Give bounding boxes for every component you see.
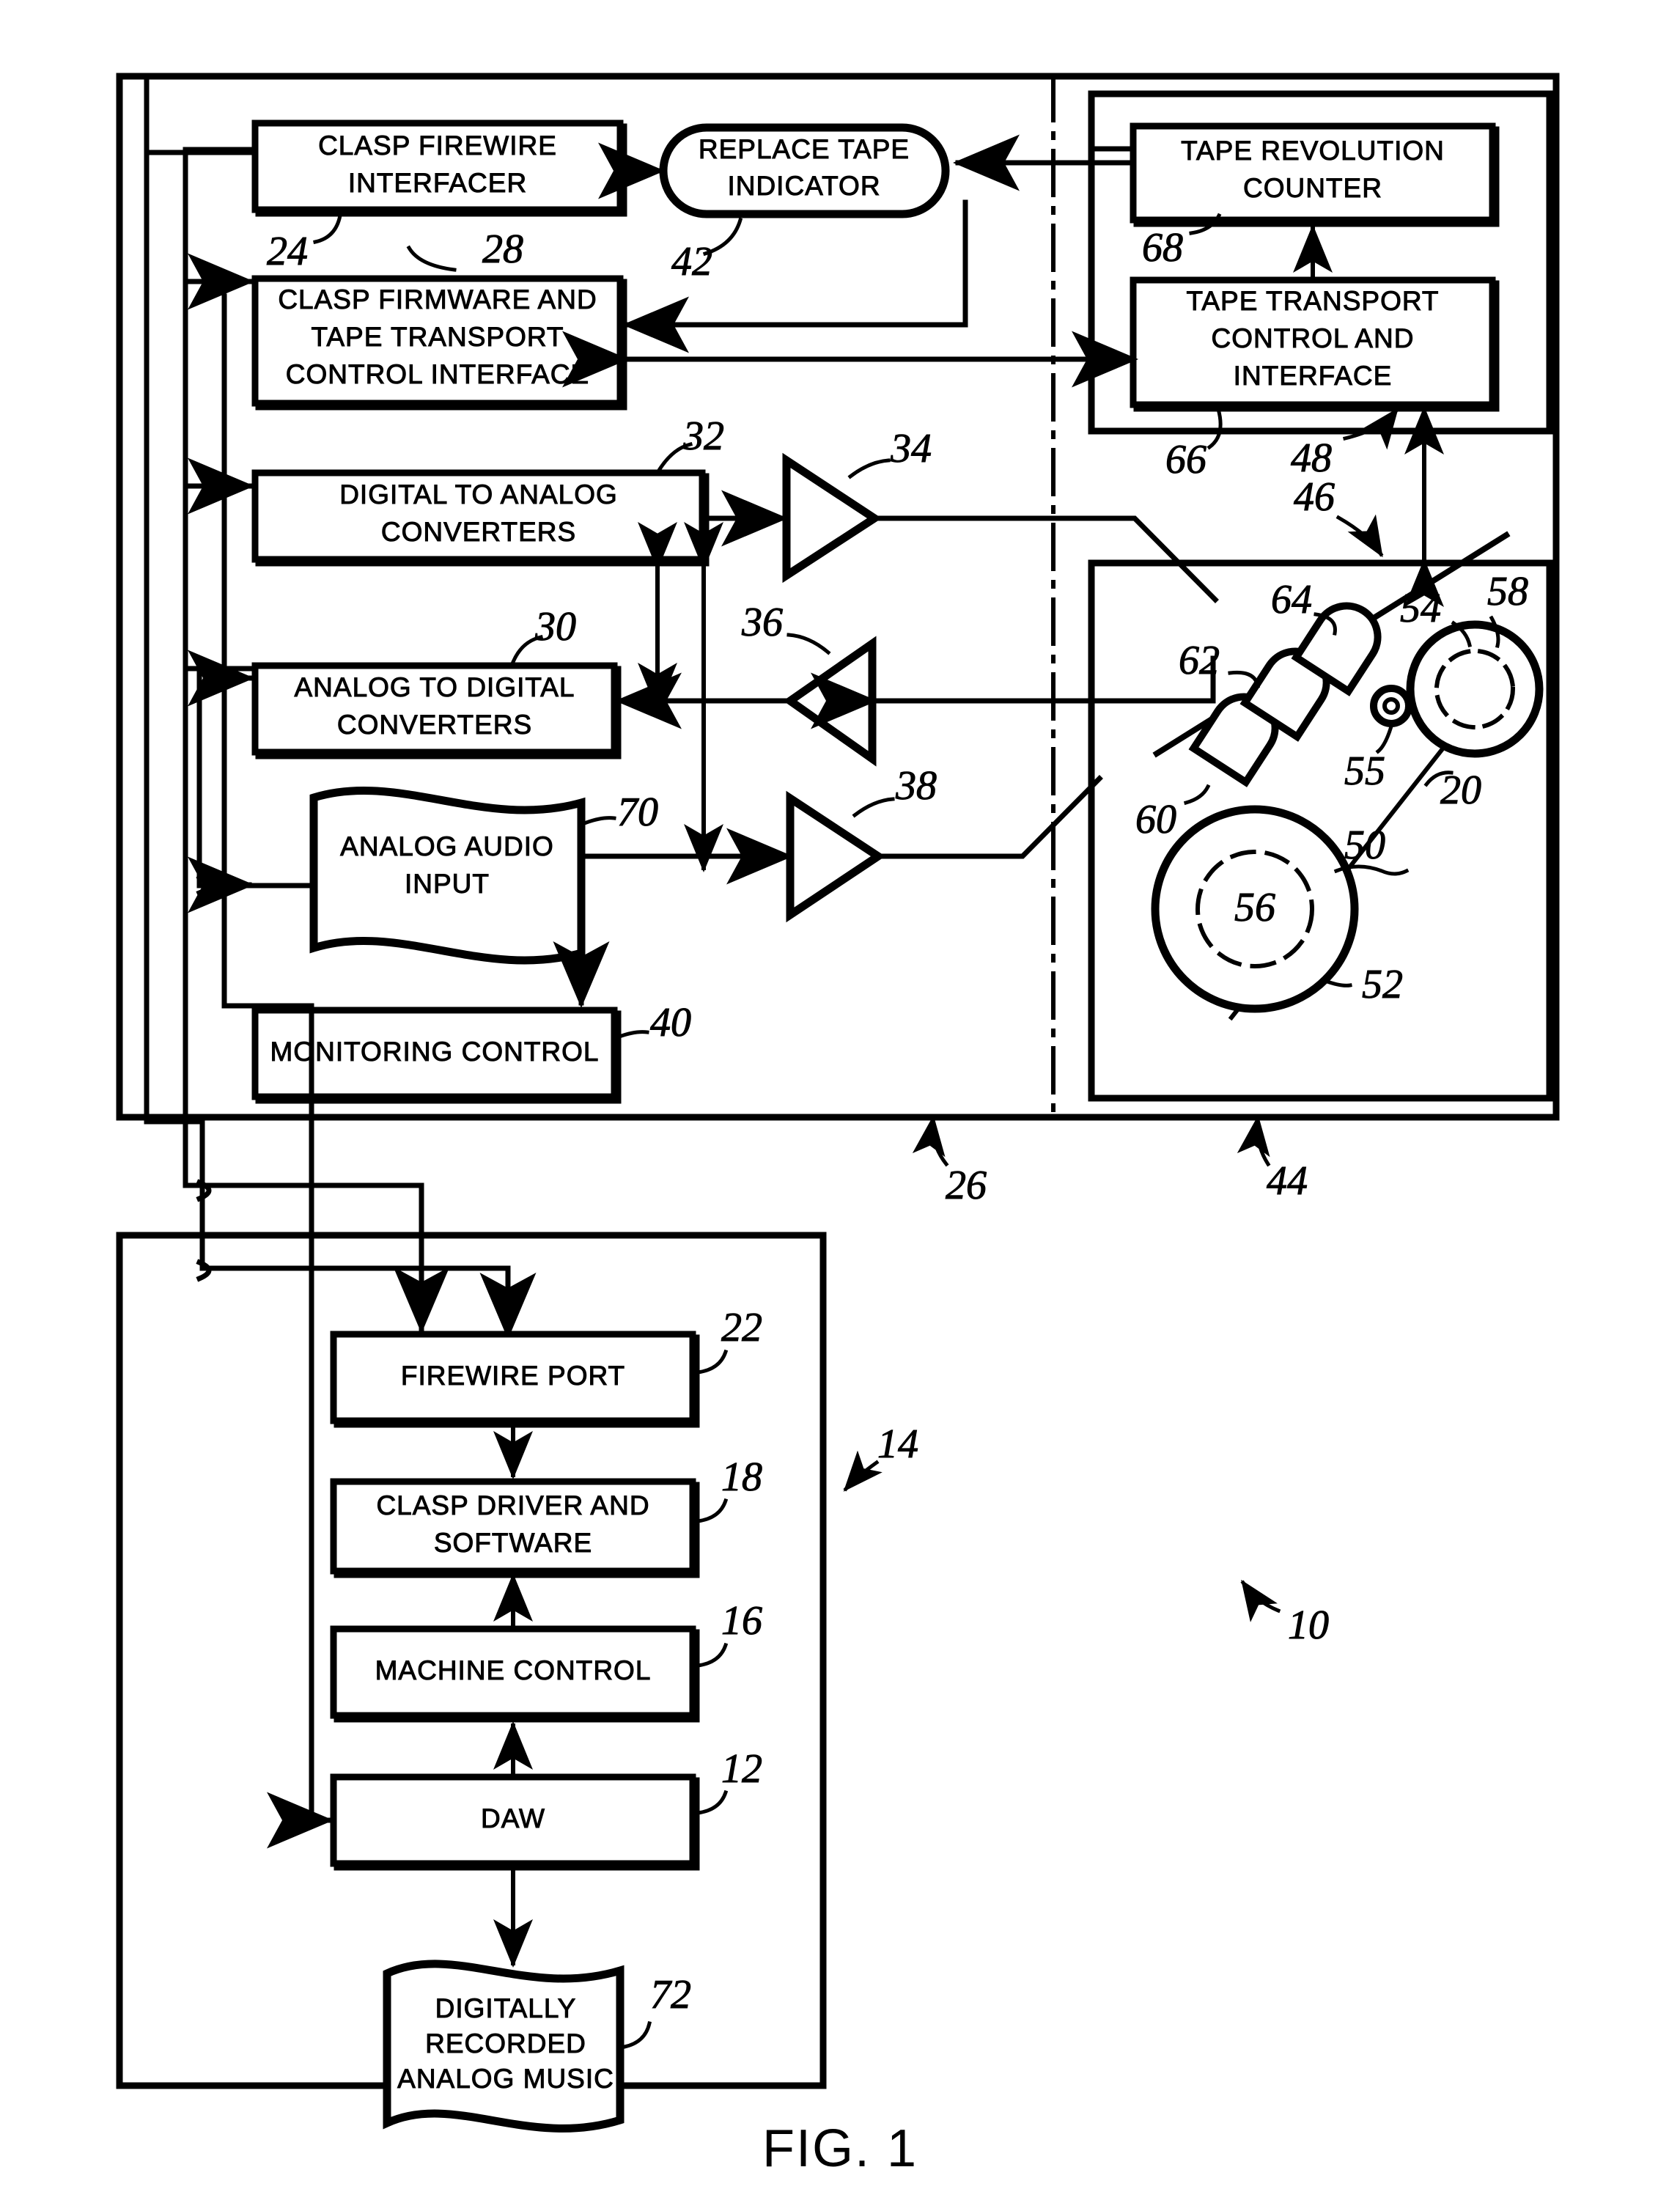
ref-50: 50	[1344, 823, 1385, 868]
capstan-inner	[1382, 697, 1400, 715]
leader-72	[622, 2021, 652, 2049]
ref-42: 42	[671, 239, 712, 284]
ref-16: 16	[721, 1598, 762, 1644]
ref-62: 62	[1179, 638, 1220, 683]
machine-control-label: MACHINE CONTROL	[375, 1655, 652, 1685]
leader-40	[616, 1030, 649, 1040]
ref-64: 64	[1271, 577, 1312, 622]
ref-46: 46	[1294, 474, 1335, 520]
leader-12	[696, 1789, 729, 1815]
ref-22: 22	[721, 1305, 762, 1350]
dac-line2: CONVERTERS	[381, 517, 576, 547]
ref-54: 54	[1400, 586, 1441, 631]
leader-44	[1237, 1115, 1271, 1167]
ref-68: 68	[1142, 225, 1183, 271]
replace-tape-indicator-line1: REPLACE TAPE	[699, 134, 910, 164]
wire-amp34-out	[872, 515, 1219, 603]
ref-66: 66	[1165, 437, 1206, 482]
ref-12: 12	[721, 1746, 762, 1792]
ref-60: 60	[1135, 797, 1176, 842]
ref-56: 56	[1234, 885, 1275, 930]
leader-18	[696, 1498, 729, 1523]
leader-22	[696, 1349, 729, 1375]
playback-amplifier-triangle	[782, 452, 883, 584]
bus-rail-a-2	[199, 1119, 537, 1339]
analog-audio-input-line1: ANALOG AUDIO	[340, 831, 554, 861]
analog-audio-input-line2: INPUT	[405, 869, 490, 899]
leader-16	[696, 1642, 729, 1668]
ref-28: 28	[482, 227, 523, 272]
leader-24	[313, 213, 342, 244]
leader-70	[583, 816, 616, 825]
arrow-bus-to-port	[309, 1182, 450, 1333]
ref-34: 34	[890, 426, 932, 471]
ref-10: 10	[1288, 1603, 1329, 1648]
clasp-firewire-interfacer-line1: CLASP FIREWIRE	[318, 130, 557, 161]
clasp-firmware-line1: CLASP FIRMWARE AND	[278, 284, 597, 314]
leader-60	[1183, 784, 1211, 806]
figure-caption: FIG. 1	[762, 2119, 918, 2178]
clasp-driver-line1: CLASP DRIVER AND	[376, 1490, 649, 1520]
ref-24: 24	[267, 229, 308, 274]
ref-52: 52	[1362, 962, 1403, 1007]
leader-52	[1322, 978, 1352, 987]
ref-40: 40	[650, 1000, 691, 1045]
adc-line1: ANALOG TO DIGITAL	[295, 672, 575, 702]
leader-36	[786, 633, 831, 655]
tape-transport-control-line1: TAPE TRANSPORT	[1186, 286, 1439, 316]
ref-72: 72	[650, 1972, 691, 2017]
repro-amplifier-triangle	[783, 636, 877, 767]
leader-34	[847, 458, 891, 479]
monitoring-control-label: MONITORING CONTROL	[270, 1037, 600, 1067]
tape-revolution-counter-line2: COUNTER	[1243, 173, 1382, 203]
bus-rail-a	[144, 78, 205, 1125]
ref-14: 14	[877, 1421, 918, 1467]
leader-26	[912, 1115, 949, 1167]
takeup-reel	[1406, 620, 1544, 758]
ref-58: 58	[1487, 569, 1528, 614]
music-line1: DIGITALLY	[435, 1993, 577, 2023]
dac-line1: DIGITAL TO ANALOG	[339, 479, 618, 509]
ref-38: 38	[895, 763, 937, 809]
clasp-firewire-interfacer-line2: INTERFACER	[348, 168, 527, 198]
adc-line2: CONVERTERS	[337, 710, 532, 740]
ref-55: 55	[1344, 748, 1385, 794]
ref-32: 32	[682, 413, 724, 459]
tape-revolution-counter-line1: TAPE REVOLUTION	[1181, 136, 1445, 166]
wire-amp36-in	[811, 655, 1216, 729]
tape-transport-control-line2: CONTROL AND	[1212, 323, 1415, 353]
ref-36: 36	[741, 600, 783, 645]
clasp-firmware-line2: TAPE TRANSPORT	[311, 322, 564, 352]
music-line3: ANALOG MUSIC	[397, 2064, 614, 2094]
firewire-port-label: FIREWIRE PORT	[401, 1361, 625, 1391]
leader-28	[406, 245, 457, 272]
clasp-firmware-line3: CONTROL INTERFACE	[286, 359, 589, 389]
patent-figure: CLASP FIREWIRE INTERFACER 24 CLASP FIRMW…	[0, 0, 1680, 2211]
music-line2: RECORDED	[425, 2028, 586, 2059]
leader-46	[1335, 514, 1384, 558]
ref-26: 26	[946, 1163, 987, 1208]
daw-label: DAW	[481, 1803, 545, 1833]
ref-30: 30	[534, 604, 576, 650]
leader-14	[843, 1450, 883, 1492]
tape-transport-control-line3: INTERFACE	[1234, 361, 1393, 391]
ref-70: 70	[617, 790, 658, 835]
replace-tape-indicator-line2: INDICATOR	[727, 171, 880, 201]
record-amplifier-triangle	[786, 790, 885, 923]
leader-38	[852, 797, 895, 818]
clasp-driver-line2: SOFTWARE	[434, 1528, 592, 1558]
ref-44: 44	[1267, 1158, 1308, 1204]
leader-10	[1240, 1579, 1281, 1622]
ref-18: 18	[721, 1454, 762, 1500]
